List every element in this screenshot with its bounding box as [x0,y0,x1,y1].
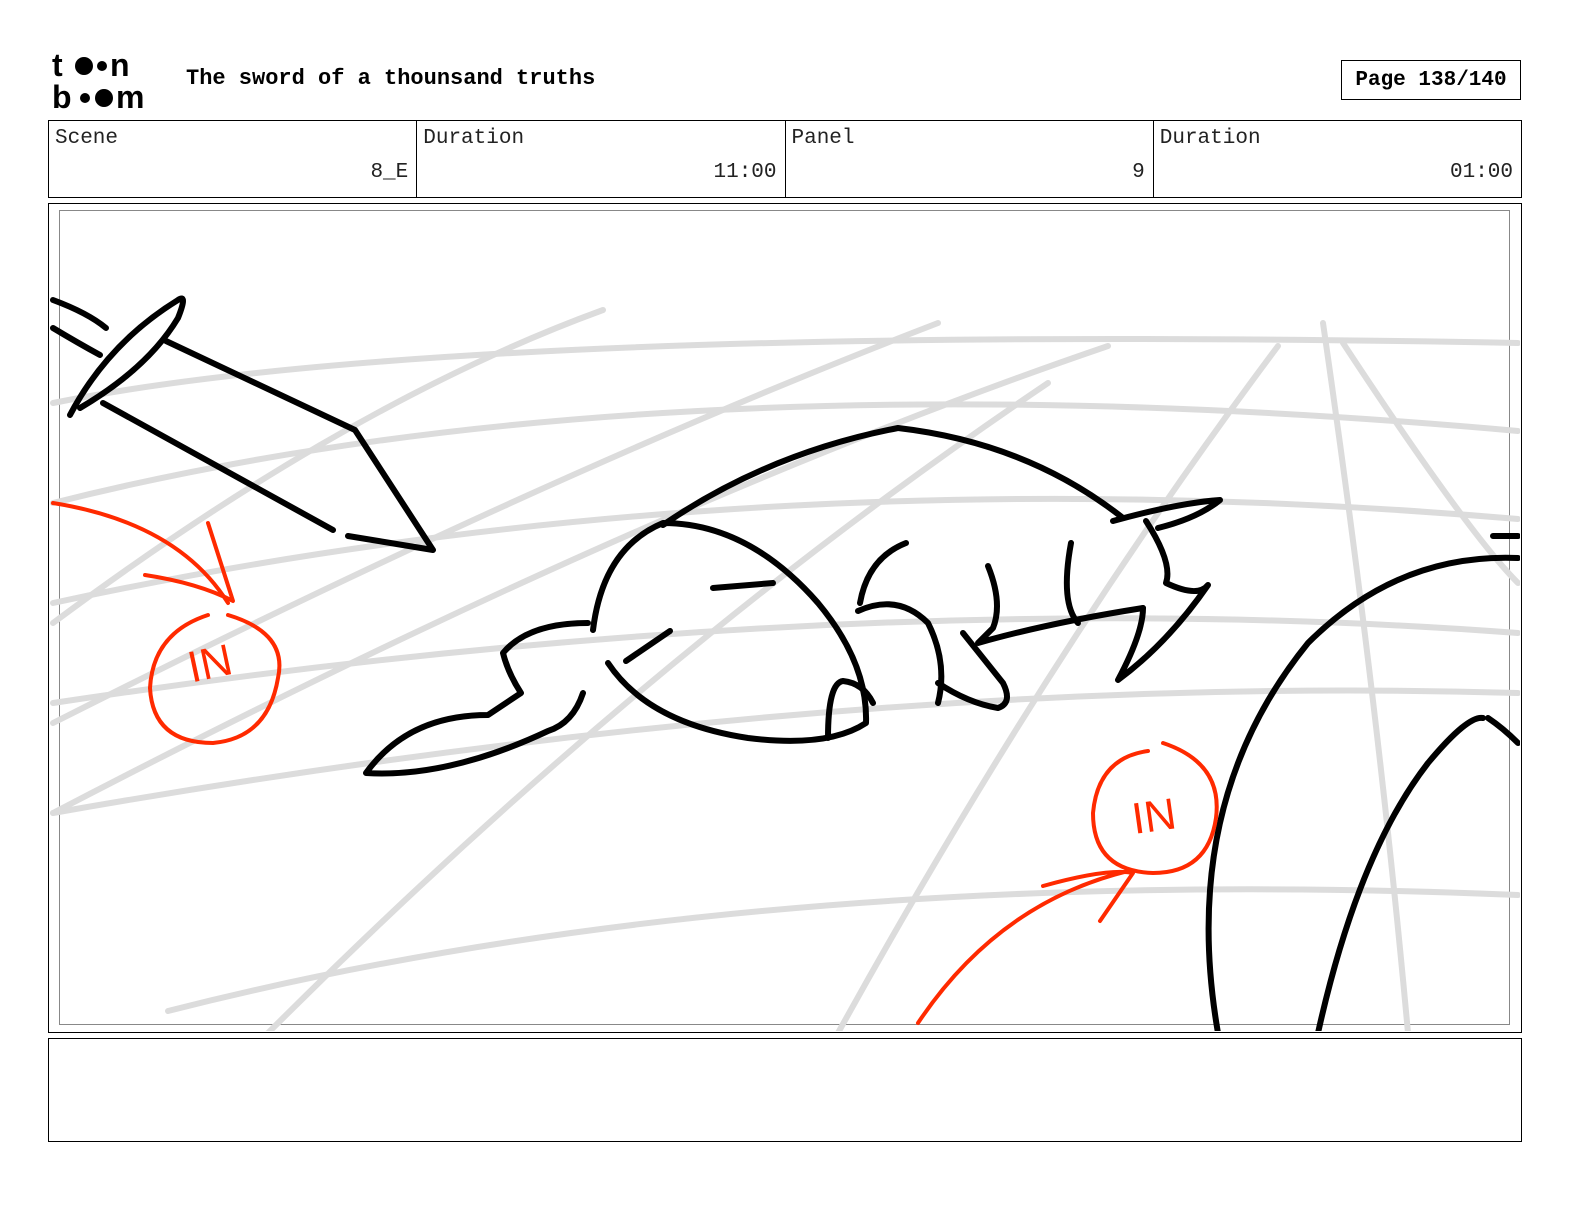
camera-in-label-right: IN [1129,789,1179,844]
scene-duration-label: Duration [423,127,525,150]
scene-info-table: Scene 8_E Duration 11:00 Panel 9 Duratio… [48,120,1522,198]
scene-value: 8_E [370,161,409,184]
scene-label: Scene [55,127,119,150]
panel-label: Panel [791,127,855,150]
panel-cell: Panel 9 [786,121,1154,197]
sword-sketch [50,295,436,553]
creature-sketch [363,425,1223,777]
perspective-guide-lines [50,307,1520,1031]
scene-duration-value: 11:00 [713,161,777,184]
panel-duration-value: 01:00 [1449,161,1513,184]
panel-notes-box[interactable] [48,1038,1522,1142]
svg-text:b: b [52,79,72,112]
camera-in-label-left: IN [183,635,236,692]
page-indicator: Page 138/140 [1341,60,1521,100]
panel-value: 9 [1132,161,1145,184]
panel-sketch: IN IN [50,295,1520,1031]
toon-boom-logo: t n b m [52,47,164,115]
storyboard-title: The sword of a thounsand truths [186,66,596,91]
panel-duration-label: Duration [1159,127,1261,150]
scene-cell: Scene 8_E [49,121,418,197]
panel-duration-cell: Duration 01:00 [1154,121,1521,197]
scene-duration-cell: Duration 11:00 [417,121,786,197]
camera-in-annotation-right [916,741,1219,1025]
svg-text:m: m [116,79,144,112]
page-label: Page 138/140 [1355,68,1507,92]
